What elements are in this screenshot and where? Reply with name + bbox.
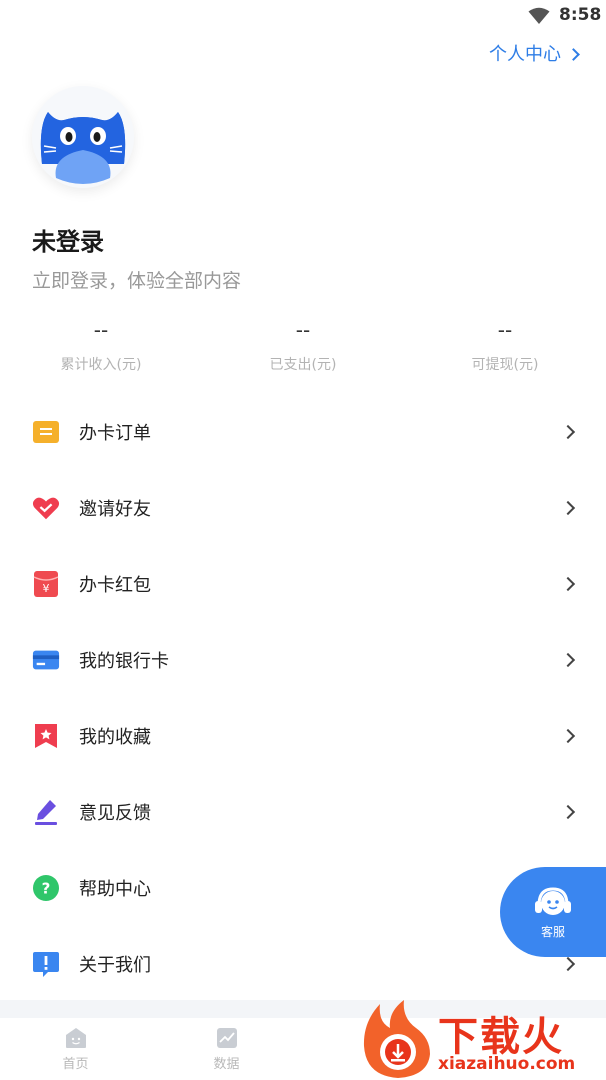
avatar[interactable]	[32, 86, 134, 188]
headset-icon	[535, 886, 571, 915]
watermark-url: xiazaihuo.com	[438, 1054, 576, 1074]
menu-item-feedback[interactable]: 意见反馈	[0, 774, 606, 850]
home-icon	[65, 1027, 86, 1048]
stat-value: --	[93, 318, 109, 342]
personal-center-link[interactable]: 个人中心	[489, 40, 580, 66]
pen-icon	[32, 798, 60, 826]
chevron-right-icon	[560, 956, 576, 972]
svg-text:?: ?	[42, 880, 51, 898]
stat-label: 累计收入(元)	[60, 357, 142, 373]
customer-service-button[interactable]: 客服	[500, 867, 606, 957]
stats-row: -- 累计收入(元) -- 已支出(元) -- 可提现(元)	[0, 314, 606, 374]
stat-label: 已支出(元)	[269, 357, 337, 373]
bank-card-icon	[32, 646, 60, 674]
menu-label: 意见反馈	[79, 803, 151, 824]
stat-label: 可提现(元)	[471, 357, 539, 373]
wifi-icon	[528, 7, 550, 24]
flame-logo-icon	[363, 1000, 430, 1078]
info-icon	[32, 950, 60, 978]
chevron-right-icon	[560, 652, 576, 668]
menu-item-card-red-packet[interactable]: ¥ 办卡红包	[0, 546, 606, 622]
app-root: 8:58 个人中心 未登录 立即登录，体验全部内容 -- 累计收入(元) -- …	[0, 0, 606, 1080]
stat-value: --	[497, 318, 513, 342]
svg-text:¥: ¥	[43, 582, 50, 595]
menu-item-bank-card[interactable]: 我的银行卡	[0, 622, 606, 698]
bookmark-star-icon	[32, 722, 60, 750]
chevron-right-icon	[560, 424, 576, 440]
tab-label: 数据	[213, 1056, 240, 1072]
menu-label: 办卡订单	[79, 423, 151, 444]
chevron-right-icon	[567, 47, 580, 61]
tab-label: 首页	[62, 1056, 89, 1072]
stat-withdrawable: -- 可提现(元)	[404, 314, 606, 374]
cat-avatar-icon	[32, 86, 134, 188]
watermark: 下载火 xiazaihuo.com	[358, 998, 606, 1080]
help-icon: ?	[32, 874, 60, 902]
menu-label: 帮助中心	[79, 879, 151, 900]
menu-item-card-orders[interactable]: 办卡订单	[0, 394, 606, 470]
menu-label: 办卡红包	[79, 575, 151, 596]
status-time: 8:58	[559, 5, 602, 25]
menu-item-invite-friends[interactable]: 邀请好友	[0, 470, 606, 546]
chevron-right-icon	[560, 804, 576, 820]
heart-icon	[32, 494, 60, 522]
tab-home[interactable]: 首页	[0, 1018, 151, 1080]
chevron-right-icon	[560, 500, 576, 516]
menu-item-favorites[interactable]: 我的收藏	[0, 698, 606, 774]
stat-total-income: -- 累计收入(元)	[0, 314, 202, 374]
menu-label: 关于我们	[79, 955, 151, 976]
chart-icon	[216, 1027, 237, 1048]
order-icon	[32, 418, 60, 446]
stat-spent: -- 已支出(元)	[202, 314, 404, 374]
menu-label: 邀请好友	[79, 499, 151, 520]
stat-value: --	[295, 318, 311, 342]
personal-center-label: 个人中心	[489, 44, 561, 65]
login-status-title[interactable]: 未登录	[32, 222, 104, 257]
red-packet-icon: ¥	[32, 570, 60, 598]
login-prompt[interactable]: 立即登录，体验全部内容	[32, 266, 241, 293]
customer-service-label: 客服	[540, 924, 565, 939]
tab-data[interactable]: 数据	[151, 1018, 302, 1080]
menu-label: 我的银行卡	[79, 651, 169, 672]
chevron-right-icon	[560, 728, 576, 744]
menu-label: 我的收藏	[79, 727, 151, 748]
chevron-right-icon	[560, 576, 576, 592]
status-bar: 8:58	[0, 0, 606, 32]
